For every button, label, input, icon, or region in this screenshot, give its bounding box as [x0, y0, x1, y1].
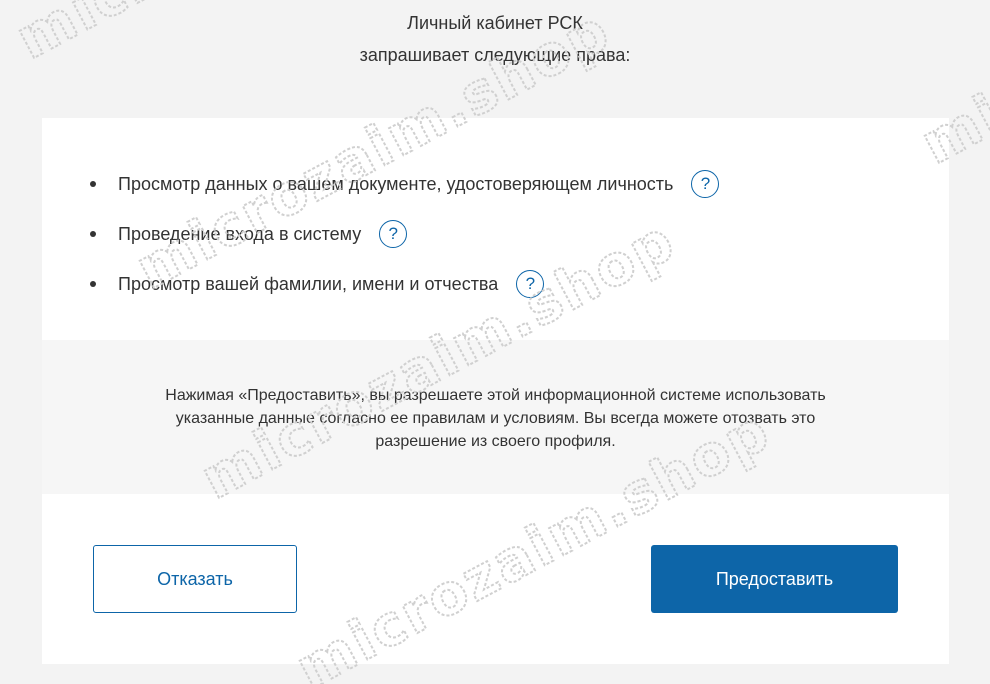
- bullet-icon: [90, 181, 96, 187]
- consent-text-line: разрешение из своего профиля.: [375, 433, 616, 450]
- permissions-card: Просмотр данных о вашем документе, удост…: [42, 118, 949, 664]
- bullet-icon: [90, 281, 96, 287]
- permission-item-full-name: Просмотр вашей фамилии, имени и отчества…: [90, 267, 545, 301]
- consent-text-line: Нажимая «Предоставить», вы разрешаете эт…: [165, 387, 826, 404]
- permissions-list: Просмотр данных о вашем документе, удост…: [42, 118, 949, 340]
- question-icon[interactable]: ?: [691, 170, 720, 198]
- permission-item-identity-document: Просмотр данных о вашем документе, удост…: [90, 167, 720, 201]
- consent-text: Нажимая «Предоставить», вы разрешаете эт…: [42, 384, 949, 453]
- decline-button[interactable]: Отказать: [93, 545, 297, 613]
- permission-label: Просмотр вашей фамилии, имени и отчества: [118, 273, 499, 294]
- consent-text-line: указанные данные согласно ее правилам и …: [175, 410, 816, 427]
- permission-label: Проведение входа в систему: [118, 223, 362, 244]
- grant-button[interactable]: Предоставить: [651, 545, 898, 613]
- bullet-icon: [90, 231, 96, 237]
- question-icon[interactable]: ?: [516, 270, 545, 298]
- consent-notice: Нажимая «Предоставить», вы разрешаете эт…: [42, 340, 949, 494]
- permission-item-login: Проведение входа в систему ?: [90, 217, 408, 251]
- request-subtitle: запрашивает следующие права:: [359, 45, 631, 65]
- permission-label: Просмотр данных о вашем документе, удост…: [118, 173, 674, 194]
- question-icon[interactable]: ?: [379, 220, 408, 248]
- requester-name: Личный кабинет РСК: [407, 13, 583, 33]
